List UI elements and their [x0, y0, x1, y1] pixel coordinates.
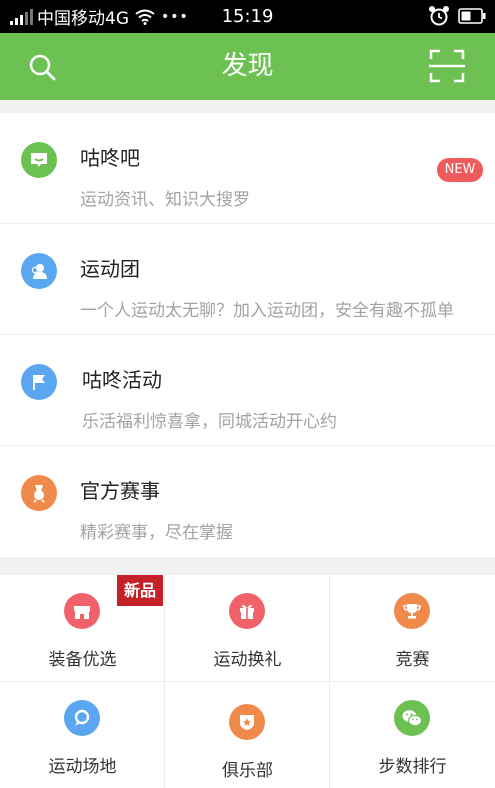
list-item-subtitle: 一个人运动太无聊？加入运动团，安全有趣不孤单: [80, 301, 454, 321]
scan-icon[interactable]: [428, 48, 466, 84]
list-item-activities[interactable]: 咕咚活动 乐活福利惊喜拿，同城活动开心约: [0, 335, 495, 446]
grid-item-venues[interactable]: 运动场地: [0, 682, 165, 788]
list-item-title: 咕咚活动: [82, 368, 162, 392]
grid-item-gift-exchange[interactable]: 运动换礼: [165, 575, 330, 682]
grid-item-label: 运动场地: [48, 757, 117, 777]
grid-item-club[interactable]: 俱乐部: [165, 682, 330, 788]
grid-item-label: 装备优选: [48, 650, 117, 670]
grid-item-competition[interactable]: 竞赛: [330, 575, 495, 682]
more-indicator: •••: [161, 8, 189, 25]
grid-item-equipment[interactable]: 装备优选 新品: [0, 575, 165, 682]
battery-icon: [458, 8, 486, 24]
store-icon: [64, 593, 100, 629]
gift-icon: [229, 593, 265, 629]
list-item-sports-group[interactable]: 运动团 一个人运动太无聊？加入运动团，安全有趣不孤单: [0, 224, 495, 335]
search-icon[interactable]: [24, 49, 60, 85]
grid-item-step-ranking[interactable]: 步数排行: [330, 682, 495, 788]
grid-item-label: 竞赛: [395, 650, 430, 670]
trophy-icon: [394, 593, 430, 629]
flag-icon: [21, 364, 57, 400]
signal-icon: [10, 8, 33, 25]
nav-bar: 发现: [0, 33, 495, 100]
star-shield-icon: [229, 704, 265, 740]
page-title: 发现: [221, 51, 274, 81]
feature-grid: 装备优选 新品 运动换礼 竞赛 运动场地 俱乐部 步数排行: [0, 575, 495, 788]
medal-icon: [21, 475, 57, 511]
list-item-subtitle: 乐活福利惊喜拿，同城活动开心约: [82, 412, 337, 432]
grid-item-label: 运动换礼: [213, 650, 282, 670]
chat-bubble-icon: [21, 142, 57, 178]
alarm-icon: [429, 6, 449, 26]
group-icon: [21, 253, 57, 289]
list-item-title: 官方赛事: [80, 479, 160, 503]
carrier-label: 中国移动4G: [37, 9, 129, 29]
list-item-subtitle: 运动资讯、知识大搜罗: [80, 190, 250, 210]
new-badge: NEW: [437, 158, 483, 182]
wechat-icon: [394, 700, 430, 736]
grid-item-label: 俱乐部: [222, 761, 273, 781]
list-item-subtitle: 精彩赛事，尽在掌握: [80, 523, 233, 543]
new-product-tag: 新品: [117, 575, 163, 606]
grid-item-label: 步数排行: [378, 757, 447, 777]
discover-list: 咕咚吧 运动资讯、知识大搜罗 NEW 运动团 一个人运动太无聊？加入运动团，安全…: [0, 113, 495, 557]
list-item-official-events[interactable]: 官方赛事 精彩赛事，尽在掌握: [0, 446, 495, 557]
location-icon: [64, 700, 100, 736]
wifi-icon: [135, 9, 155, 25]
status-bar: 中国移动4G ••• 15:19: [0, 0, 495, 33]
list-item-title: 运动团: [80, 257, 140, 281]
list-item-title: 咕咚吧: [80, 146, 140, 170]
list-item-gudongba[interactable]: 咕咚吧 运动资讯、知识大搜罗 NEW: [0, 113, 495, 224]
